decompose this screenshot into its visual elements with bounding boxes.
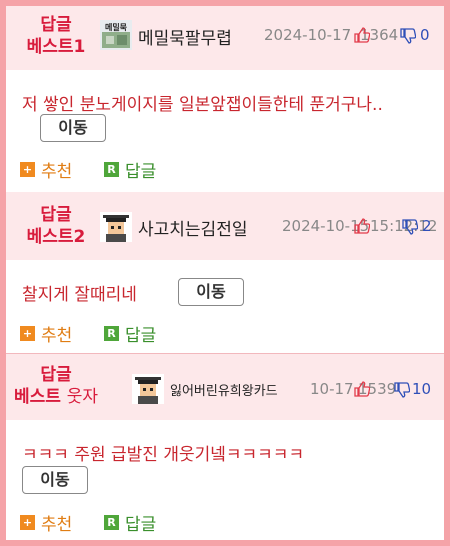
recommend-label: 추천 (41, 514, 73, 535)
rank-line2: 베스트1 (26, 37, 86, 57)
reply-label: 답글 (125, 514, 157, 535)
thumbs-up-icon[interactable] (354, 381, 371, 400)
reply-content: ㅋㅋㅋ 주원 급발진 개웃기넼ㅋㅋㅋㅋㅋ (22, 445, 305, 465)
move-button[interactable]: 이동 (178, 278, 244, 306)
reply-icon: R (104, 514, 119, 530)
down-count: 2 (422, 217, 432, 235)
rank-line1: 답글 (40, 365, 72, 385)
thumbs-down-icon[interactable] (394, 382, 411, 400)
post-date: 2024-10-17 (264, 26, 352, 44)
recommend-button[interactable]: + 추천 (20, 511, 73, 535)
plus-icon: + (20, 161, 35, 177)
reply-icon: R (104, 325, 119, 341)
reply-header: 답글 베스트 웃자 잃어버린유희왕카드 10-17 1539 10 (6, 354, 444, 420)
rank-badge: 답글 베스트2 (6, 204, 106, 248)
rank-badge: 답글 베스트1 (6, 14, 106, 58)
best-replies-panel: 답글 베스트1 메밀묵 메밀묵팔무렵 2024-10-17 1364 0 저 쌓… (6, 6, 444, 540)
avatar-text: 메밀묵 (105, 22, 128, 32)
rank-line1: 답글 (40, 205, 72, 225)
reply-entry-1: 답글 베스트1 메밀묵 메밀묵팔무렵 2024-10-17 1364 0 저 쌓… (6, 6, 444, 192)
post-meta: 10-17 1539 10 (310, 378, 436, 400)
rank-line2: 베스트 (13, 387, 61, 407)
reply-button[interactable]: R 답글 (104, 322, 157, 346)
nickname[interactable]: 메밀묵팔무렵 (138, 24, 232, 49)
move-button[interactable]: 이동 (22, 466, 88, 494)
plus-icon: + (20, 514, 35, 530)
down-count: 10 (412, 380, 432, 398)
recommend-button[interactable]: + 추천 (20, 158, 73, 182)
reply-header: 답글 베스트1 메밀묵 메밀묵팔무렵 2024-10-17 1364 0 (6, 6, 444, 70)
reply-label: 답글 (125, 325, 157, 346)
reply-content: 저 쌓인 분노게이지를 일본앞잽이들한테 푼거구나.. (22, 95, 383, 115)
rank-suffix: 웃자 (66, 387, 99, 407)
recommend-button[interactable]: + 추천 (20, 322, 73, 346)
post-meta: 2024-10-17 1364 0 (264, 24, 436, 46)
post-date: 10-17 (310, 380, 354, 398)
reply-icon: R (104, 161, 119, 177)
nickname[interactable]: 사고치는김전일 (138, 215, 247, 240)
rank-line1: 답글 (40, 15, 72, 35)
reply-label: 답글 (125, 161, 157, 182)
reply-content: 찰지게 잘때리네 (22, 285, 137, 305)
recommend-label: 추천 (41, 161, 73, 182)
move-button[interactable]: 이동 (40, 114, 106, 142)
post-meta: 2024-10-15 15:12:12 2 (282, 215, 436, 237)
rank-line2: 베스트2 (26, 227, 86, 247)
thumbs-up-icon[interactable] (354, 27, 371, 46)
reply-entry-3: 답글 베스트 웃자 잃어버린유희왕카드 10-17 1539 10 ㅋㅋㅋ 주원… (6, 354, 444, 540)
reply-button[interactable]: R 답글 (104, 511, 157, 535)
logo-avatar[interactable]: 메밀묵 (100, 20, 132, 50)
rank-badge: 답글 베스트 웃자 (6, 364, 106, 408)
reply-entry-2: 답글 베스트2 사고치는김전일 2024-10-15 15:12:12 2 찰지… (6, 192, 444, 354)
thumbs-down-icon[interactable] (400, 28, 417, 46)
thumbs-up-icon[interactable] (354, 218, 371, 237)
plus-icon: + (20, 325, 35, 341)
down-count: 0 (420, 26, 430, 44)
recommend-label: 추천 (41, 325, 73, 346)
thumbs-down-icon[interactable] (402, 219, 419, 237)
reply-header: 답글 베스트2 사고치는김전일 2024-10-15 15:12:12 2 (6, 192, 444, 260)
graduate-avatar[interactable] (100, 212, 132, 242)
reply-button[interactable]: R 답글 (104, 158, 157, 182)
nickname[interactable]: 잃어버린유희왕카드 (170, 380, 278, 399)
graduate-avatar[interactable] (132, 374, 164, 404)
